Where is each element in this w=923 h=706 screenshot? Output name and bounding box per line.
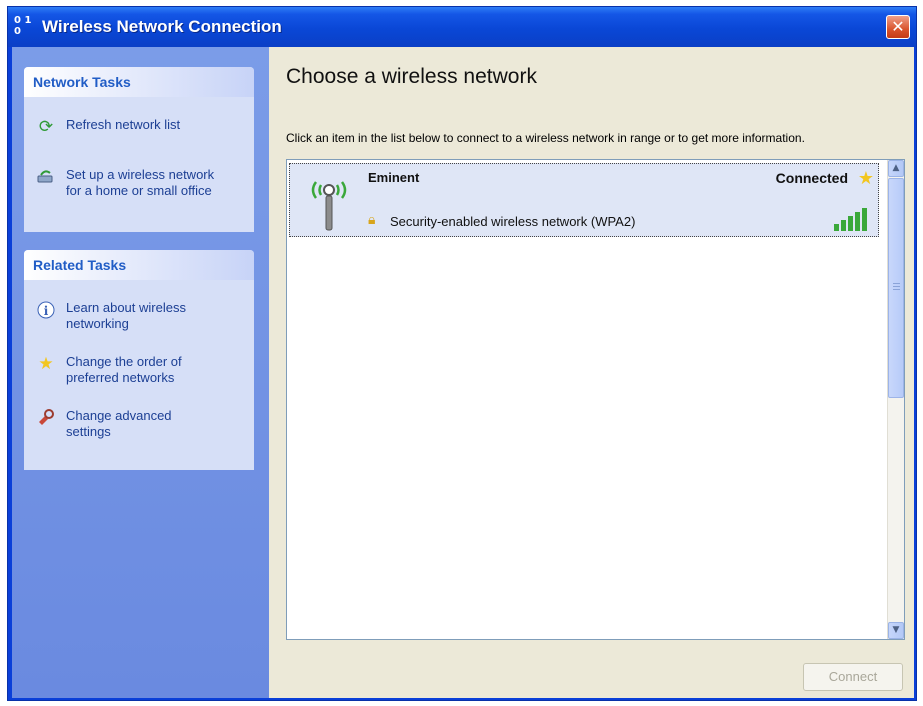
scroll-down-button[interactable]: ▼ xyxy=(888,622,904,639)
page-title: Choose a wireless network xyxy=(286,65,537,88)
star-icon: ★ xyxy=(38,354,54,373)
network-tasks-panel: Network Tasks ⟳ Refresh network list Set… xyxy=(24,67,254,232)
setup-network-icon xyxy=(36,167,56,187)
signal-strength-icon xyxy=(832,206,872,232)
wireless-network-list[interactable]: Eminent Connected ★ 🔒︎ Security-enabled … xyxy=(286,159,905,640)
preferred-network-star-icon: ★ xyxy=(857,168,874,188)
task-label: Change advanced settings xyxy=(66,408,172,439)
wireless-antenna-icon xyxy=(304,174,354,234)
task-label: Learn about wireless networking xyxy=(66,300,186,331)
network-name: Eminent xyxy=(368,170,420,185)
connection-status: Connected xyxy=(775,170,848,186)
setup-wireless-network-link[interactable]: Set up a wireless network for a home or … xyxy=(24,167,226,199)
scroll-grip xyxy=(893,289,900,290)
refresh-icon: ⟳ xyxy=(38,117,54,136)
task-label: Refresh network list xyxy=(66,117,181,132)
settings-icon xyxy=(36,408,56,428)
network-list-item[interactable]: Eminent Connected ★ 🔒︎ Security-enabled … xyxy=(289,163,879,237)
task-label: Change the order of preferred networks xyxy=(66,354,182,385)
svg-text:i: i xyxy=(44,304,49,318)
vertical-scrollbar[interactable]: ▲ ▼ xyxy=(887,160,904,639)
change-advanced-settings-link[interactable]: Change advanced settings xyxy=(24,408,216,440)
wireless-network-icon: 0 1 0 xyxy=(14,15,32,37)
learn-wireless-networking-link[interactable]: i Learn about wireless networking xyxy=(24,300,216,332)
info-icon: i xyxy=(36,300,56,320)
main-content: Choose a wireless network Click an item … xyxy=(269,47,914,698)
scroll-up-button[interactable]: ▲ xyxy=(888,160,904,177)
network-tasks-header[interactable]: Network Tasks xyxy=(24,67,254,97)
window-title: Wireless Network Connection xyxy=(42,17,282,36)
wireless-network-window: 0 1 0 Wireless Network Connection ✕ Netw… xyxy=(7,6,917,701)
instruction-text: Click an item in the list below to conne… xyxy=(286,131,805,145)
close-button[interactable]: ✕ xyxy=(886,15,910,39)
change-preferred-order-link[interactable]: ★ Change the order of preferred networks xyxy=(24,354,216,386)
security-description: Security-enabled wireless network (WPA2) xyxy=(390,214,636,229)
close-icon: ✕ xyxy=(891,17,905,36)
chevron-down-icon: ▼ xyxy=(892,625,900,635)
scrollbar-thumb[interactable] xyxy=(888,178,904,398)
title-bar[interactable]: 0 1 0 Wireless Network Connection ✕ xyxy=(8,7,916,47)
lock-icon: 🔒︎ xyxy=(368,211,376,227)
related-tasks-panel: Related Tasks i Learn about wireless net… xyxy=(24,250,254,470)
refresh-network-list-link[interactable]: ⟳ Refresh network list xyxy=(24,117,254,136)
chevron-up-icon: ▲ xyxy=(892,163,900,173)
related-tasks-header[interactable]: Related Tasks xyxy=(24,250,254,280)
connect-button[interactable]: Connect xyxy=(803,663,903,691)
scroll-grip xyxy=(893,283,900,284)
task-label: Set up a wireless network for a home or … xyxy=(66,167,215,198)
task-sidebar: Network Tasks ⟳ Refresh network list Set… xyxy=(12,47,269,698)
scroll-grip xyxy=(893,286,900,287)
